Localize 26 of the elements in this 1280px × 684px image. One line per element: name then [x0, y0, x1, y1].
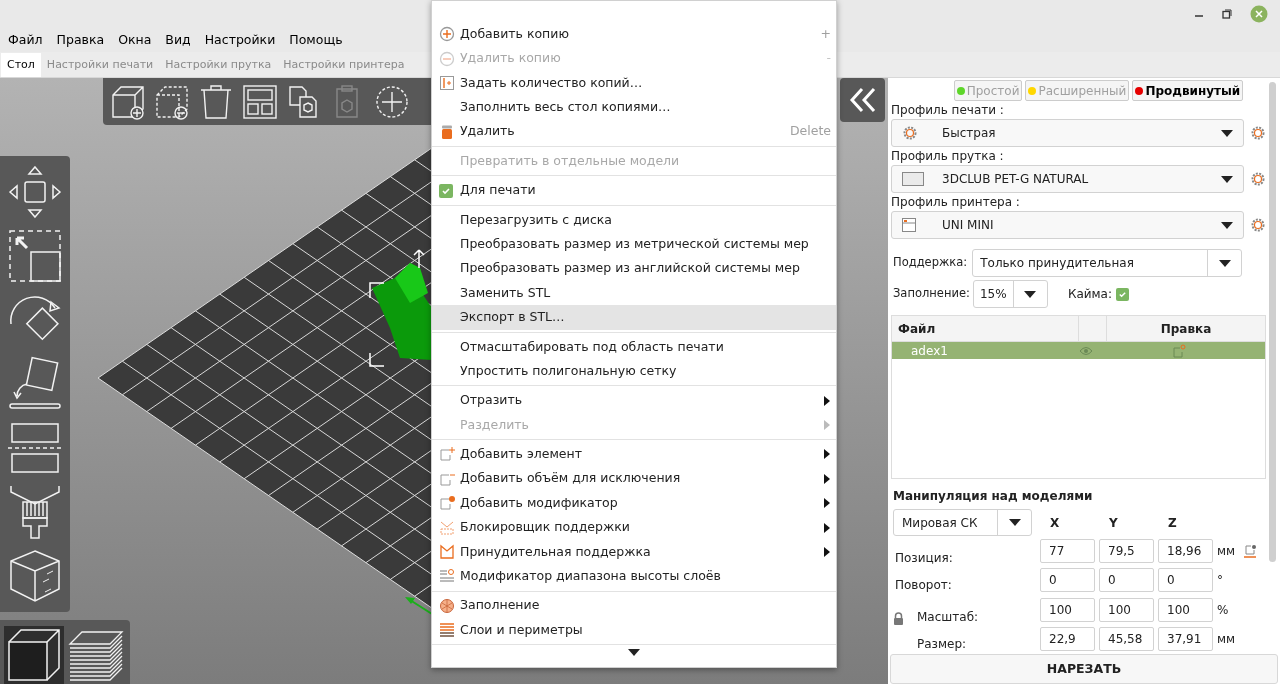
shortcut-label: + [820, 24, 831, 43]
field-label: Профиль прутка : [891, 148, 1005, 165]
field-label: Профиль принтера : [891, 194, 1021, 211]
dropdown-value: UNI MINI [942, 217, 995, 234]
unit-label: ° [1217, 572, 1224, 590]
section-title: Манипуляция над моделями [893, 488, 1094, 505]
shortcut-label: - [826, 49, 831, 68]
field-label: Размер: [916, 636, 968, 654]
axis-label: Y [1108, 514, 1119, 532]
field-label: Заполнение: [892, 285, 971, 303]
dropdown-value: 3DCLUB PET-G NATURAL [942, 171, 1090, 188]
field-label: Поворот: [895, 577, 953, 595]
unit-label: % [1217, 601, 1230, 619]
field-label: Масштаб: [916, 608, 980, 626]
shortcut-label: Delete [789, 122, 831, 141]
column-header: Файл [892, 316, 1079, 341]
field-label: Кайма: [1067, 286, 1112, 303]
column-header: Правка [1159, 320, 1213, 338]
dropdown-value: Быстрая [942, 125, 997, 142]
unit-label: мм [1217, 631, 1237, 649]
field-label: Профиль печати : [891, 102, 1005, 119]
axis-label: Z [1167, 514, 1178, 532]
axis-label: X [1049, 514, 1061, 532]
unit-label: мм [1217, 542, 1237, 560]
field-label: Поддержка: [892, 254, 969, 272]
field-label: Позиция: [895, 549, 954, 567]
